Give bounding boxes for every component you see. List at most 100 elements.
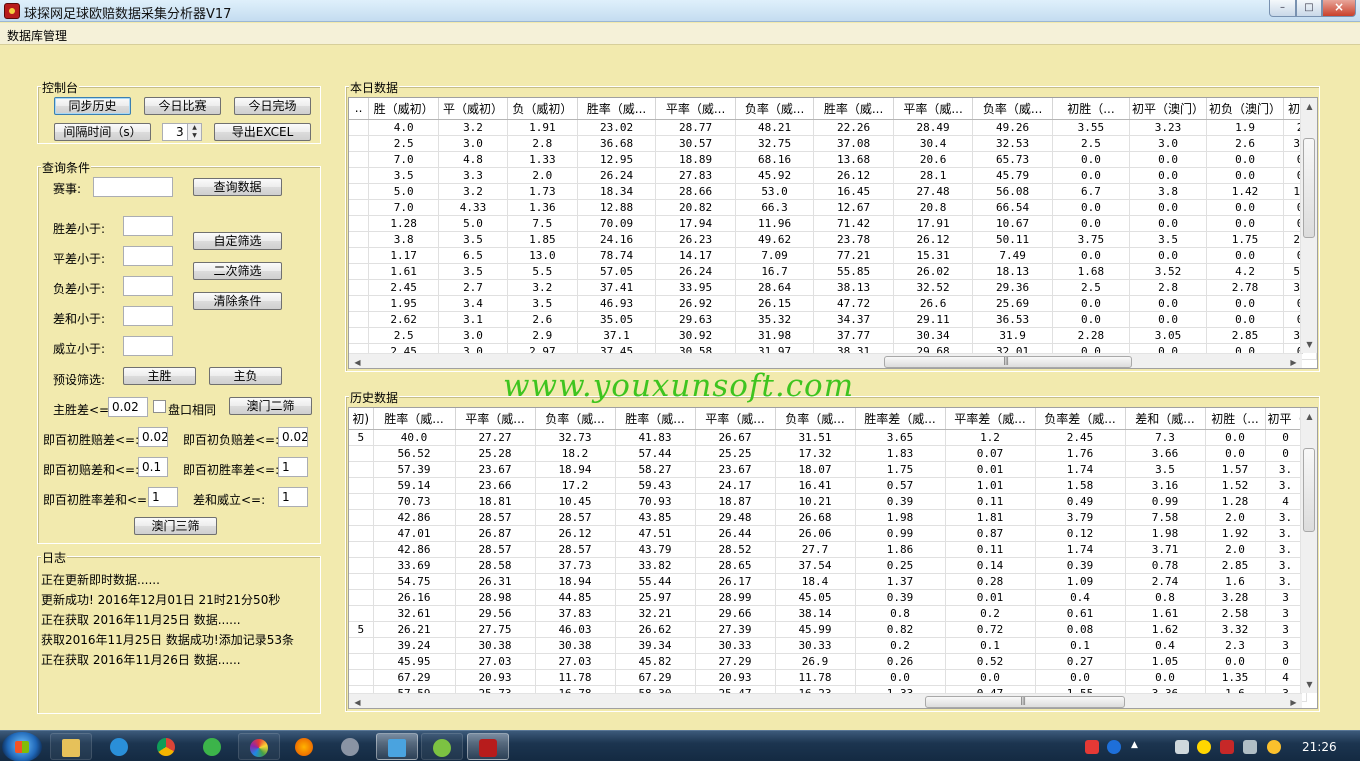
history-column-header[interactable]: 初) [349, 408, 374, 430]
table-cell[interactable]: 12.67 [813, 199, 894, 216]
table-cell[interactable]: 24.16 [577, 231, 657, 248]
table-cell[interactable]: 7.3 [1125, 429, 1206, 446]
table-cell[interactable]: 24.17 [695, 477, 776, 494]
table-cell[interactable]: 1.58 [1035, 477, 1126, 494]
table-cell[interactable]: 11.78 [775, 669, 856, 686]
table-cell[interactable]: 0.82 [855, 621, 946, 638]
table-cell[interactable]: 0.11 [945, 493, 1036, 510]
table-cell[interactable]: 0.0 [1206, 295, 1285, 312]
table-cell[interactable]: 0.0 [945, 669, 1036, 686]
taskbar-firefox[interactable] [284, 733, 326, 760]
history-column-header[interactable]: 负率（威... [775, 408, 856, 430]
table-cell[interactable]: 0.0 [1052, 295, 1131, 312]
table-cell[interactable]: 1.98 [1125, 525, 1206, 542]
table-cell[interactable]: 3.2 [438, 183, 508, 200]
table-cell[interactable]: 4.8 [438, 151, 508, 168]
table-cell[interactable]: 3.16 [1125, 477, 1206, 494]
table-cell[interactable]: 3.66 [1125, 445, 1206, 462]
table-cell[interactable]: 23.67 [695, 461, 776, 478]
table-cell[interactable]: 1.91 [507, 119, 578, 136]
table-cell[interactable]: 1.92 [1205, 525, 1266, 542]
table-row[interactable]: 54.75 26.31 18.94 55.44 26.17 18.4 1.37 0.28 1.0… [349, 573, 1307, 590]
table-cell[interactable]: 44.85 [535, 589, 616, 606]
table-cell[interactable]: 32.73 [535, 429, 616, 446]
taskbar-360-browser[interactable] [192, 733, 234, 760]
table-cell[interactable]: 30.57 [655, 135, 736, 152]
table-cell[interactable]: 5.5 [507, 263, 578, 280]
table-cell[interactable]: 26.67 [695, 429, 776, 446]
table-cell[interactable]: 0.1 [945, 637, 1036, 654]
aomen-second-filter-button[interactable]: 澳门二筛 [229, 397, 312, 415]
table-cell[interactable]: 2.5 [1052, 279, 1131, 296]
table-cell[interactable] [349, 215, 370, 232]
table-cell[interactable]: 46.03 [535, 621, 616, 638]
today-column-header[interactable]: 负率（威... [735, 98, 815, 120]
table-cell[interactable]: 26.21 [373, 621, 456, 638]
table-cell[interactable]: 70.73 [373, 493, 456, 510]
scroll-down-icon[interactable]: ▼ [1301, 336, 1317, 353]
taskbar-image-viewer[interactable] [376, 733, 418, 760]
today-vertical-scrollbar[interactable]: ▲ ▼ [1300, 98, 1317, 353]
table-cell[interactable]: 18.2 [535, 445, 616, 462]
table-cell[interactable]: 45.92 [735, 167, 815, 184]
table-row[interactable]: 33.69 28.58 37.73 33.82 28.65 37.54 0.25 0.14 0.… [349, 557, 1307, 574]
table-cell[interactable]: 36.68 [577, 135, 657, 152]
table-cell[interactable]: 3.5 [438, 231, 508, 248]
table-cell[interactable]: 32.53 [972, 135, 1053, 152]
table-cell[interactable]: 0.99 [1125, 493, 1206, 510]
table-cell[interactable]: 23.66 [455, 477, 536, 494]
table-cell[interactable]: 39.34 [615, 637, 696, 654]
custom-filter-button[interactable]: 自定筛选 [193, 232, 282, 250]
table-cell[interactable]: 26.87 [455, 525, 536, 542]
table-cell[interactable]: 1.2 [945, 429, 1036, 446]
table-cell[interactable]: 3.4 [438, 295, 508, 312]
table-cell[interactable]: 25.25 [695, 445, 776, 462]
today-vscroll-thumb[interactable] [1303, 138, 1315, 238]
table-cell[interactable]: 2.9 [507, 327, 578, 344]
taskbar-chrome[interactable] [146, 733, 188, 760]
history-column-header[interactable]: 平率（威... [695, 408, 776, 430]
history-vertical-scrollbar[interactable]: ▲ ▼ [1300, 408, 1317, 693]
table-cell[interactable]: 42.86 [373, 509, 456, 526]
table-cell[interactable]: 26.24 [577, 167, 657, 184]
add-icon[interactable] [1197, 740, 1211, 754]
taskbar-explorer[interactable] [50, 733, 92, 760]
table-cell[interactable]: 29.63 [655, 311, 736, 328]
table-cell[interactable]: 0.99 [855, 525, 946, 542]
table-cell[interactable]: 3.5 [507, 295, 578, 312]
table-cell[interactable]: 55.85 [813, 263, 894, 280]
table-cell[interactable]: 3.8 [368, 231, 440, 248]
table-cell[interactable] [349, 605, 374, 622]
table-cell[interactable]: 30.33 [775, 637, 856, 654]
table-cell[interactable]: 0.0 [1052, 167, 1131, 184]
table-cell[interactable]: 20.8 [893, 199, 974, 216]
table-cell[interactable]: 0.0 [1205, 653, 1266, 670]
table-cell[interactable]: 1.62 [1125, 621, 1206, 638]
table-cell[interactable]: 25.69 [972, 295, 1053, 312]
today-horizontal-scrollbar[interactable]: ◀ ||| ▶ [349, 353, 1302, 368]
table-cell[interactable]: 28.49 [893, 119, 974, 136]
table-cell[interactable]: 35.32 [735, 311, 815, 328]
table-cell[interactable]: 47.72 [813, 295, 894, 312]
table-cell[interactable]: 0.39 [1035, 557, 1126, 574]
table-cell[interactable]: 59.14 [373, 477, 456, 494]
table-cell[interactable]: 67.29 [615, 669, 696, 686]
today-column-header[interactable]: 初胜（... [1052, 98, 1131, 120]
table-cell[interactable]: 41.83 [615, 429, 696, 446]
table-cell[interactable]: 28.77 [655, 119, 736, 136]
table-cell[interactable]: 67.29 [373, 669, 456, 686]
clock[interactable]: 21:26 [1302, 740, 1337, 754]
table-cell[interactable] [349, 327, 370, 344]
table-cell[interactable]: 0.2 [945, 605, 1036, 622]
table-cell[interactable]: 26.02 [893, 263, 974, 280]
table-cell[interactable]: 33.82 [615, 557, 696, 574]
table-cell[interactable]: 1.81 [945, 509, 1036, 526]
table-row[interactable]: 57.39 23.67 18.94 58.27 23.67 18.07 1.75 0.01 1.… [349, 461, 1307, 478]
today-column-header[interactable]: 胜（威初） [368, 98, 440, 120]
table-cell[interactable]: 66.3 [735, 199, 815, 216]
table-cell[interactable]: 0.0 [1129, 295, 1208, 312]
scroll-left-icon[interactable]: ◀ [349, 354, 366, 368]
history-column-header[interactable]: 平率差（威... [945, 408, 1036, 430]
table-cell[interactable]: 7.0 [368, 151, 440, 168]
start-button[interactable] [2, 732, 42, 761]
